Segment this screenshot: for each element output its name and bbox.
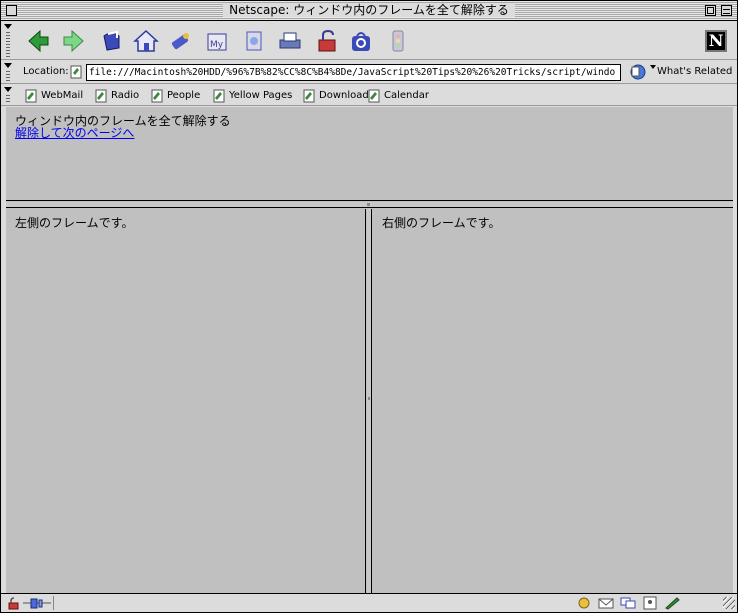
bookmark-yellow-pages[interactable]: Yellow Pages [211, 87, 292, 104]
location-toolbar: Location: file:///Macintosh%20HDD/%96%7B… [1, 61, 737, 84]
search-button[interactable] [167, 27, 195, 55]
toolbar-collapse-grip[interactable] [3, 22, 13, 60]
newsgroups-icon[interactable] [619, 596, 637, 610]
shop-icon [352, 32, 370, 51]
bookmark-icon [151, 89, 163, 102]
status-bar [1, 593, 737, 612]
composer-icon[interactable] [663, 596, 681, 610]
bookmark-webmail[interactable]: WebMail [23, 87, 83, 104]
browser-window: Netscape: ウィンドウ内のフレームを全て解除する My N Locati… [0, 0, 738, 613]
netscape-logo-icon[interactable]: N [705, 30, 727, 52]
bookmark-label: Radio [111, 90, 140, 101]
connection-icon [23, 598, 51, 609]
bookmark-icon [25, 89, 37, 102]
mail-icon[interactable] [597, 596, 615, 610]
left-frame: 左側のフレームです。 [6, 209, 366, 593]
security-lock-icon[interactable] [7, 597, 21, 610]
bookmark-icon [303, 89, 315, 102]
shop-button[interactable] [347, 27, 375, 55]
right-frame-text: 右側のフレームです。 [382, 216, 501, 230]
print-icon [279, 32, 301, 49]
bookmark-icon [95, 89, 107, 102]
back-button[interactable] [25, 27, 53, 55]
bookmark-icon [368, 89, 380, 102]
home-button[interactable] [132, 27, 160, 55]
security-button[interactable] [313, 27, 341, 55]
frame-vertical-splitter[interactable] [367, 209, 372, 593]
reload-button[interactable] [98, 27, 126, 55]
status-message [53, 596, 571, 610]
home-icon [133, 29, 159, 52]
collapse-box[interactable] [721, 5, 732, 16]
zoom-box[interactable] [705, 5, 716, 16]
bookmark-label: WebMail [41, 90, 84, 101]
bookmark-calendar[interactable]: Calendar [366, 87, 429, 104]
print-button[interactable] [276, 27, 304, 55]
search-icon [171, 33, 189, 50]
whats-related-button[interactable]: What's Related [657, 66, 732, 77]
bookmark-label: Yellow Pages [229, 90, 293, 101]
personal-toolbar: WebMail Radio People Yellow Pages Downlo… [1, 85, 737, 106]
right-frame: 右側のフレームです。 [373, 209, 733, 593]
navigation-toolbar: My N [1, 22, 737, 60]
images-icon [246, 31, 262, 51]
bookmark-label: Calendar [384, 90, 429, 101]
security-icon [318, 29, 336, 52]
top-frame: ウィンドウ内のフレームを全て解除する 解除して次のページへ [6, 107, 733, 201]
page-content: ウィンドウ内のフレームを全て解除する 解除して次のページへ 左側のフレームです。… [6, 107, 733, 593]
stop-icon [392, 30, 404, 52]
location-label: Location: [23, 66, 69, 77]
frame-horizontal-splitter[interactable] [6, 202, 733, 208]
release-frames-link[interactable]: 解除して次のページへ [15, 127, 134, 140]
chevron-down-icon[interactable] [650, 65, 656, 69]
forward-icon [63, 29, 84, 53]
my-netscape-button[interactable]: My [203, 27, 231, 55]
navigator-icon[interactable] [575, 596, 593, 610]
title-bar[interactable]: Netscape: ウィンドウ内のフレームを全て解除する [1, 1, 737, 21]
bookmark-label: People [167, 90, 201, 101]
bookmark-radio[interactable]: Radio [93, 87, 139, 104]
stop-button[interactable] [384, 27, 412, 55]
forward-button[interactable] [59, 27, 87, 55]
left-frame-text: 左側のフレームです。 [15, 216, 134, 230]
svg-text:My: My [210, 40, 224, 50]
location-url-field[interactable]: file:///Macintosh%20HDD/%96%7B%82%CC%8C%… [86, 64, 621, 81]
component-bar [575, 596, 681, 611]
window-title: Netscape: ウィンドウ内のフレームを全て解除する [1, 3, 737, 18]
toolbar-collapse-grip[interactable] [3, 85, 13, 106]
page-proxy-icon[interactable] [68, 64, 84, 80]
images-button[interactable] [240, 27, 268, 55]
whats-related-icon[interactable] [628, 63, 648, 81]
back-icon [28, 29, 49, 53]
bookmark-people[interactable]: People [149, 87, 200, 104]
address-book-icon[interactable] [641, 596, 659, 610]
reload-icon [103, 30, 120, 51]
toolbar-collapse-grip[interactable] [3, 61, 13, 84]
resize-grip[interactable] [723, 597, 735, 609]
bookmark-download[interactable]: Download [301, 87, 369, 104]
bookmark-icon [213, 89, 225, 102]
bookmark-label: Download [319, 90, 369, 101]
my-netscape-icon: My [207, 33, 227, 51]
